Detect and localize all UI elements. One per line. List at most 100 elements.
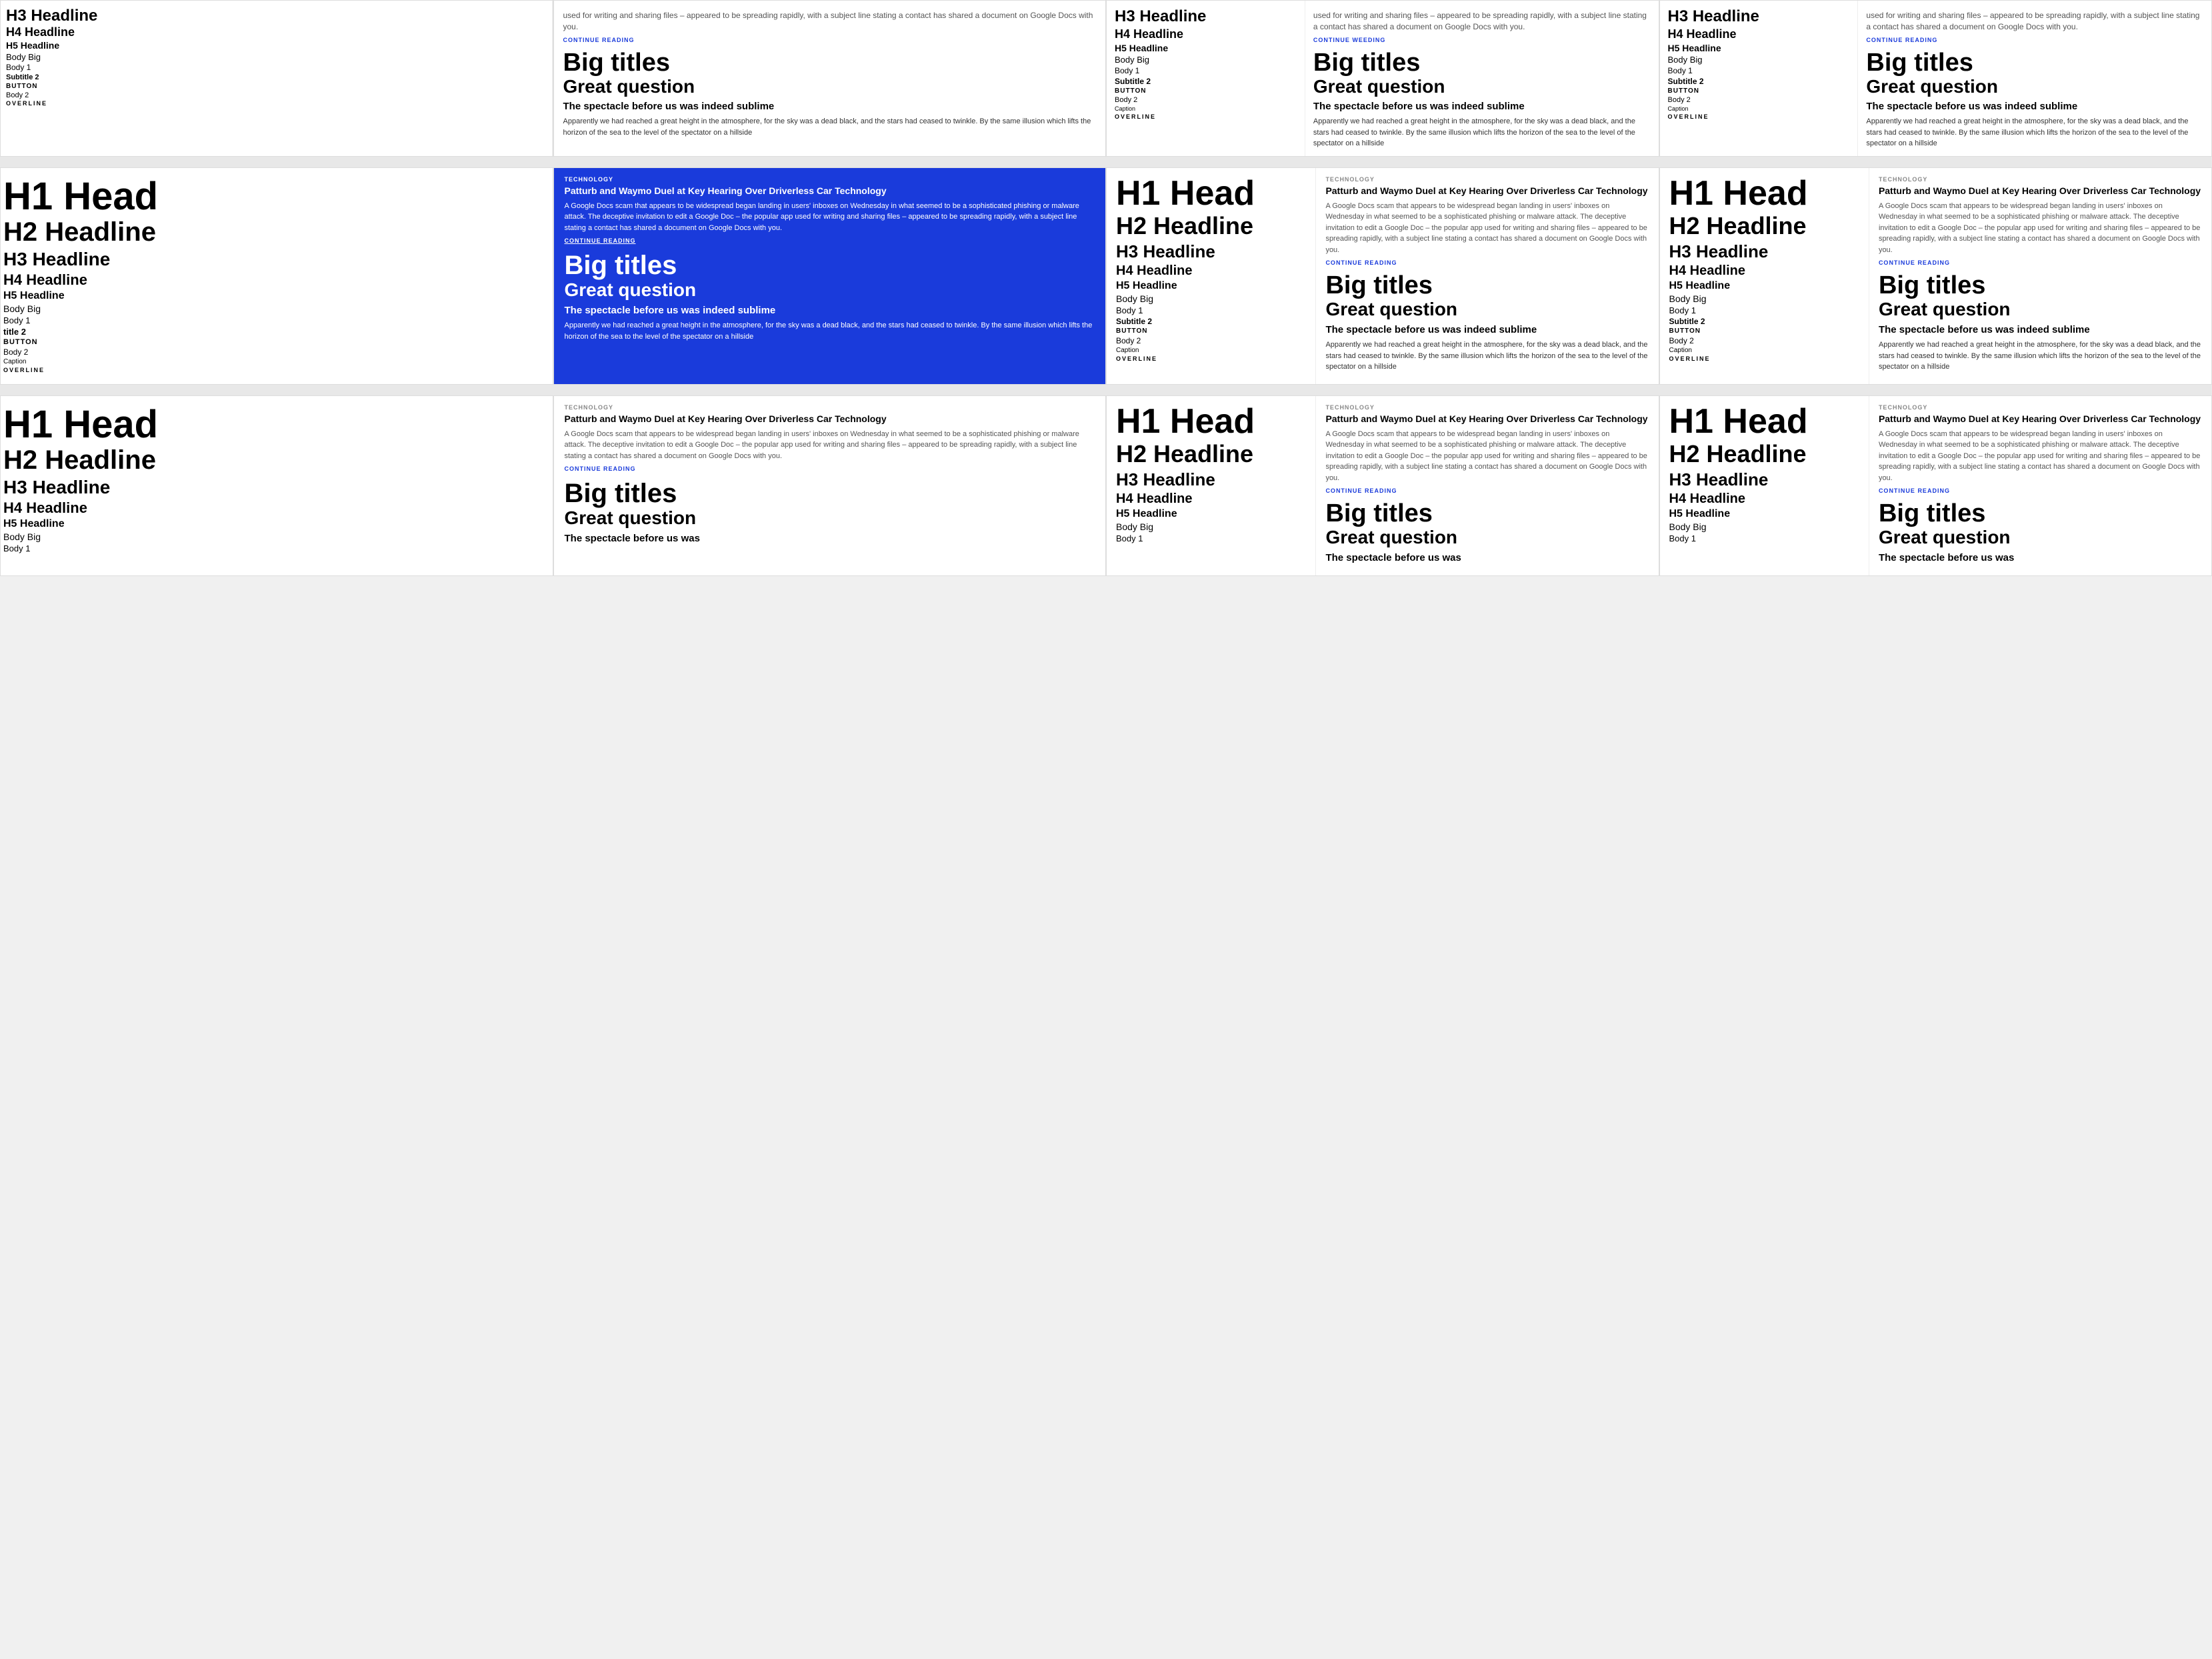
h4-r2c0: H4 Headline: [3, 499, 546, 517]
cell-r2c2: H1 Head H2 Headline H3 Headline H4 Headl…: [1106, 395, 1659, 576]
b1-r2c3: Body 1: [1669, 533, 1863, 543]
art-body-r1c3: A Google Docs scam that appears to be wi…: [1879, 201, 2202, 256]
art-body-r2c3: A Google Docs scam that appears to be wi…: [1879, 429, 2202, 484]
cell-r1c3: H1 Head H2 Headline H3 Headline H4 Headl…: [1659, 167, 2212, 385]
bp-r0c3: Apparently we had reached a great height…: [1866, 116, 2203, 149]
tech-r2c3: TECHNOLOGY: [1879, 404, 2202, 411]
cell-r1c2: H1 Head H2 Headline H3 Headline H4 Headl…: [1106, 167, 1659, 385]
art-title-r2c1: Patturb and Waymo Duel at Key Hearing Ov…: [565, 413, 1095, 425]
big-r2c1: Big titles: [565, 480, 1095, 507]
sub2-r0c2: Subtitle 2: [1115, 77, 1299, 86]
cont-r2c3[interactable]: CONTINUE READING: [1879, 487, 2202, 494]
type-panel-r1c2: H1 Head H2 Headline H3 Headline H4 Headl…: [1107, 168, 1316, 384]
bbig-r2c2: Body Big: [1116, 521, 1310, 532]
blue-content-r1c1: TECHNOLOGY Patturb and Waymo Duel at Key…: [554, 168, 1106, 384]
article-body-short-r0c1: used for writing and sharing files – app…: [563, 10, 1097, 33]
spec-r1c1: The spectacle before us was indeed subli…: [565, 304, 1095, 317]
btn-r0c3: BUTTON: [1668, 87, 1853, 95]
h3-item: H3 Headline: [6, 7, 547, 25]
body-para-r0c1: Apparently we had reached a great height…: [563, 116, 1097, 138]
art-panel-r1c3: TECHNOLOGY Patturb and Waymo Duel at Key…: [1869, 168, 2211, 384]
btn-r1c3: BUTTON: [1669, 327, 1863, 335]
spec-r0c2: The spectacle before us was indeed subli…: [1313, 100, 1651, 113]
ovrl-r1c0: OVERLINE: [3, 367, 546, 373]
h5-item: H5 Headline: [6, 41, 547, 51]
cell-inner-r0c2: H3 Headline H4 Headline H5 Headline Body…: [1107, 1, 1659, 156]
gq-r0c2: Great question: [1313, 77, 1651, 96]
cell-inner-r0c0: H3 Headline H4 Headline H5 Headline Body…: [1, 1, 553, 156]
b2-r1c2: Body 2: [1116, 336, 1310, 345]
tech-r2c2: TECHNOLOGY: [1325, 404, 1649, 411]
h3-r1c2: H3 Headline: [1116, 241, 1310, 262]
body-big-item: Body Big: [6, 53, 547, 62]
h1-r2c3: H1 Head: [1669, 404, 1863, 439]
cell-r0c0: H3 Headline H4 Headline H5 Headline Body…: [0, 0, 553, 157]
big-r2c3: Big titles: [1879, 501, 2202, 526]
h5-r2c2: H5 Headline: [1116, 508, 1310, 520]
body2-item: Body 2: [6, 91, 547, 99]
cont-r1c1[interactable]: CONTINUE READING: [565, 237, 1095, 244]
h5-r1c0: H5 Headline: [3, 290, 546, 302]
cont-r2c1[interactable]: CONTINUE READING: [565, 465, 1095, 472]
b1-r2c2: Body 1: [1116, 533, 1310, 543]
h2-r2c0: H2 Headline: [3, 445, 546, 475]
page-layout: H3 Headline H4 Headline H5 Headline Body…: [0, 0, 2212, 576]
cont-r1c2[interactable]: CONTINUE READING: [1325, 259, 1649, 266]
h4-r0c3: H4 Headline: [1668, 27, 1853, 41]
article-panel-r0c2: used for writing and sharing files – app…: [1305, 1, 1659, 156]
art-title-r1c2: Patturb and Waymo Duel at Key Hearing Ov…: [1325, 185, 1649, 197]
bp-r0c2: Apparently we had reached a great height…: [1313, 116, 1651, 149]
h2-r2c2: H2 Headline: [1116, 440, 1310, 468]
ovrl-r0c2: OVERLINE: [1115, 113, 1299, 120]
b1-r1c3: Body 1: [1669, 305, 1863, 315]
h4-r0c2: H4 Headline: [1115, 27, 1299, 41]
h5-r0c2: H5 Headline: [1115, 43, 1299, 53]
cell-inner-r1c2: H1 Head H2 Headline H3 Headline H4 Headl…: [1107, 168, 1659, 384]
art-title-r1c3: Patturb and Waymo Duel at Key Hearing Ov…: [1879, 185, 2202, 197]
h2-r1c0: H2 Headline: [3, 217, 546, 247]
b1-r1c0: Body 1: [3, 315, 546, 325]
bbig-r2c3: Body Big: [1669, 521, 1863, 532]
h5-r2c0: H5 Headline: [3, 518, 546, 530]
gq-r0c3: Great question: [1866, 77, 2203, 96]
cont-weed-r0c2[interactable]: CONTINUE WEEDING: [1313, 37, 1651, 43]
h3-r2c2: H3 Headline: [1116, 469, 1310, 490]
btn-r0c2: BUTTON: [1115, 87, 1299, 95]
h1-r1c0: H1 Head: [3, 177, 546, 216]
cell-inner-r2c2: H1 Head H2 Headline H3 Headline H4 Headl…: [1107, 396, 1659, 575]
art-body-r0c3: used for writing and sharing files – app…: [1866, 10, 2203, 33]
big-r0c2: Big titles: [1313, 50, 1651, 75]
bp-r1c2: Apparently we had reached a great height…: [1325, 339, 1649, 373]
cont-read-r0c3[interactable]: CONTINUE READING: [1866, 37, 2203, 43]
subtitle2-item: Subtitle 2: [6, 73, 547, 81]
type-scale-r2c0: H1 Head H2 Headline H3 Headline H4 Headl…: [1, 396, 553, 564]
art-panel-r1c2: TECHNOLOGY Patturb and Waymo Duel at Key…: [1316, 168, 1658, 384]
spec-r2c1: The spectacle before us was: [565, 532, 1095, 545]
cont-r2c2[interactable]: CONTINUE READING: [1325, 487, 1649, 494]
type-scale-r1c0: H1 Head H2 Headline H3 Headline H4 Headl…: [1, 168, 553, 384]
art-panel-r0c3: used for writing and sharing files – app…: [1858, 1, 2211, 156]
art-body-r2c2: A Google Docs scam that appears to be wi…: [1325, 429, 1649, 484]
h2-r2c3: H2 Headline: [1669, 440, 1863, 468]
cell-inner-r1c1: TECHNOLOGY Patturb and Waymo Duel at Key…: [554, 168, 1106, 384]
tech-r1c2: TECHNOLOGY: [1325, 176, 1649, 183]
sub2-r1c0: title 2: [3, 327, 546, 337]
h3-r1c3: H3 Headline: [1669, 241, 1863, 262]
b2-r0c2: Body 2: [1115, 96, 1299, 104]
cell-r2c0: H1 Head H2 Headline H3 Headline H4 Headl…: [0, 395, 553, 576]
gq-r2c1: Great question: [565, 508, 1095, 527]
continue-reading-r0c1[interactable]: CONTINUE READING: [563, 37, 1097, 43]
gq-r1c2: Great question: [1325, 299, 1649, 319]
h3-r0c3: H3 Headline: [1668, 7, 1853, 26]
spec-r1c2: The spectacle before us was indeed subli…: [1325, 323, 1649, 337]
big-titles-r1c1: Big titles: [565, 252, 1095, 279]
art-body-r1c2: A Google Docs scam that appears to be wi…: [1325, 201, 1649, 256]
h4-r1c2: H4 Headline: [1116, 263, 1310, 279]
spectacle-r0c1: The spectacle before us was indeed subli…: [563, 100, 1097, 113]
button-item: BUTTON: [6, 83, 547, 90]
h3-r2c3: H3 Headline: [1669, 469, 1863, 490]
cont-r1c3[interactable]: CONTINUE READING: [1879, 259, 2202, 266]
h3-r0c2: H3 Headline: [1115, 7, 1299, 26]
row-divider-1: [0, 157, 2212, 167]
h5-r1c3: H5 Headline: [1669, 280, 1863, 292]
